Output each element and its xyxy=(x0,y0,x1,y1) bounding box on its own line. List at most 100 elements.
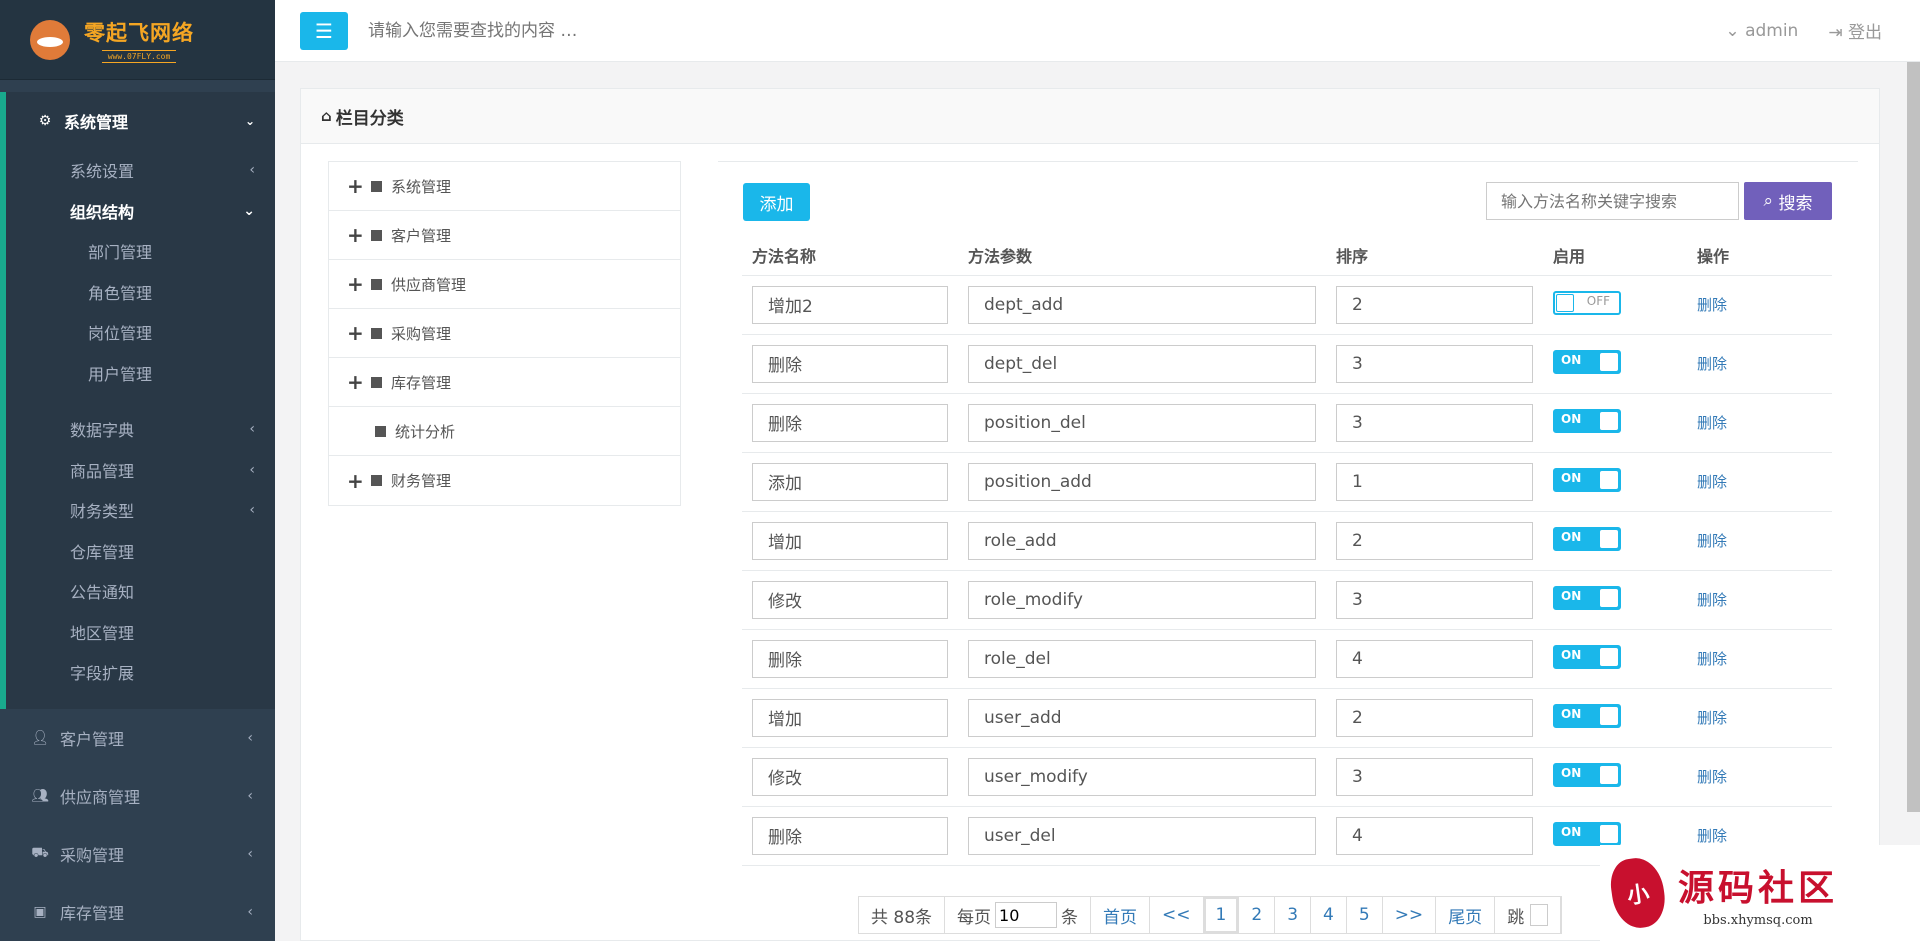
sidebar-item-supplier[interactable]: 👥︎ 供应商管理 ‹ xyxy=(0,767,275,825)
method-name-input[interactable] xyxy=(752,580,948,619)
method-name-input[interactable] xyxy=(752,816,948,855)
plus-icon[interactable]: + xyxy=(347,272,367,296)
sort-input[interactable] xyxy=(1336,403,1533,442)
enable-toggle[interactable]: ON xyxy=(1553,644,1621,669)
sidebar-leaf-item[interactable]: 用户管理 xyxy=(6,353,275,394)
search-button[interactable]: ⌕ 搜索 xyxy=(1744,182,1832,220)
method-name-input[interactable] xyxy=(752,344,948,383)
jump-page-input[interactable] xyxy=(1530,904,1549,926)
enable-toggle[interactable]: ON xyxy=(1553,526,1621,551)
keyword-search-input[interactable] xyxy=(1486,182,1739,220)
sort-input[interactable] xyxy=(1336,698,1533,737)
sidebar-sub-item[interactable]: 系统设置 ‹ xyxy=(6,150,275,191)
plus-icon[interactable]: + xyxy=(347,370,367,394)
tree-node[interactable]: + 财务管理 xyxy=(329,456,680,505)
sort-input[interactable] xyxy=(1336,344,1533,383)
delete-link[interactable]: 删除 xyxy=(1697,473,1727,491)
enable-toggle[interactable]: ON xyxy=(1553,408,1621,433)
delete-link[interactable]: 删除 xyxy=(1697,532,1727,550)
global-search-input[interactable] xyxy=(368,20,828,41)
enable-toggle[interactable]: ON xyxy=(1553,467,1621,492)
sort-input[interactable] xyxy=(1336,285,1533,324)
add-button[interactable]: 添加 xyxy=(743,183,810,221)
tree-node[interactable]: + 供应商管理 xyxy=(329,260,680,309)
delete-link[interactable]: 删除 xyxy=(1697,355,1727,373)
tree-node[interactable]: + 系统管理 xyxy=(329,162,680,211)
method-param-input[interactable] xyxy=(968,639,1316,678)
sort-input[interactable] xyxy=(1336,521,1533,560)
method-param-input[interactable] xyxy=(968,462,1316,501)
method-param-input[interactable] xyxy=(968,757,1316,796)
method-param-input[interactable] xyxy=(968,285,1316,324)
enable-toggle[interactable]: ON xyxy=(1553,349,1621,374)
method-name-input[interactable] xyxy=(752,285,948,324)
sidebar-leaf-item[interactable]: 部门管理 xyxy=(6,231,275,272)
enable-toggle[interactable]: OFF xyxy=(1553,290,1621,315)
plus-icon[interactable]: + xyxy=(347,174,367,198)
delete-link[interactable]: 删除 xyxy=(1697,591,1727,609)
method-param-input[interactable] xyxy=(968,344,1316,383)
per-page-input[interactable] xyxy=(995,902,1058,928)
tree-node[interactable]: + 采购管理 xyxy=(329,309,680,358)
tree-node[interactable]: + 库存管理 xyxy=(329,358,680,407)
prev-page-link[interactable]: << xyxy=(1150,897,1204,933)
enable-toggle[interactable]: ON xyxy=(1553,703,1621,728)
tree-node[interactable]: 统计分析 xyxy=(329,407,680,456)
method-param-input[interactable] xyxy=(968,816,1316,855)
enable-toggle[interactable]: ON xyxy=(1553,821,1621,846)
method-param-input[interactable] xyxy=(968,403,1316,442)
delete-link[interactable]: 删除 xyxy=(1697,296,1727,314)
method-name-input[interactable] xyxy=(752,757,948,796)
scrollbar[interactable] xyxy=(1907,62,1920,812)
last-page-link[interactable]: 尾页 xyxy=(1436,897,1496,933)
delete-link[interactable]: 删除 xyxy=(1697,650,1727,668)
method-name-input[interactable] xyxy=(752,639,948,678)
sidebar-sub-item[interactable]: 仓库管理 xyxy=(6,531,275,572)
next-page-link[interactable]: >> xyxy=(1383,897,1437,933)
sidebar-leaf-item[interactable]: 角色管理 xyxy=(6,272,275,313)
sidebar-sub-item-org[interactable]: 组织结构 ⌄ xyxy=(6,191,275,232)
sort-input[interactable] xyxy=(1336,462,1533,501)
delete-link[interactable]: 删除 xyxy=(1697,768,1727,786)
enable-toggle[interactable]: ON xyxy=(1553,585,1621,610)
logout-link[interactable]: ⇥ 登出 xyxy=(1828,18,1882,43)
sidebar-sub-item[interactable]: 字段扩展 xyxy=(6,652,275,693)
sort-input[interactable] xyxy=(1336,580,1533,619)
sidebar-sub-item[interactable]: 地区管理 xyxy=(6,612,275,653)
page-link[interactable]: 5 xyxy=(1347,897,1383,933)
plus-icon[interactable]: + xyxy=(347,321,367,345)
method-param-input[interactable] xyxy=(968,698,1316,737)
delete-link[interactable]: 删除 xyxy=(1697,414,1727,432)
sort-input[interactable] xyxy=(1336,639,1533,678)
sidebar-sub-item[interactable]: 商品管理 ‹ xyxy=(6,450,275,491)
method-name-input[interactable] xyxy=(752,698,948,737)
sidebar-item-customer[interactable]: 👤︎ 客户管理 ‹ xyxy=(0,709,275,767)
first-page-link[interactable]: 首页 xyxy=(1091,897,1151,933)
tree-node[interactable]: + 客户管理 xyxy=(329,211,680,260)
sort-input[interactable] xyxy=(1336,816,1533,855)
sidebar-sub-item[interactable]: 数据字典 ‹ xyxy=(6,409,275,450)
page-link[interactable]: 4 xyxy=(1311,897,1347,933)
sidebar-sub-item[interactable]: 公告通知 xyxy=(6,571,275,612)
delete-link[interactable]: 删除 xyxy=(1697,709,1727,727)
sort-input[interactable] xyxy=(1336,757,1533,796)
method-param-input[interactable] xyxy=(968,580,1316,619)
sidebar-item-stock[interactable]: ▣ 库存管理 ‹ xyxy=(0,883,275,941)
method-name-input[interactable] xyxy=(752,521,948,560)
sidebar-item-purchase[interactable]: ⛟ 采购管理 ‹ xyxy=(0,825,275,883)
page-link[interactable]: 3 xyxy=(1275,897,1312,933)
method-name-input[interactable] xyxy=(752,462,948,501)
user-menu[interactable]: ⌄ admin xyxy=(1725,21,1798,41)
sidebar-sub-item[interactable]: 财务类型 ‹ xyxy=(6,490,275,531)
plus-icon[interactable]: + xyxy=(347,469,367,493)
sidebar-item-system[interactable]: ⚙ 系统管理 ⌄ xyxy=(6,92,275,150)
delete-link[interactable]: 删除 xyxy=(1697,827,1727,845)
sidebar-leaf-item[interactable]: 岗位管理 xyxy=(6,312,275,353)
logo[interactable]: 零起飞网络 www.07FLY.com xyxy=(0,0,275,80)
method-param-input[interactable] xyxy=(968,521,1316,560)
method-name-input[interactable] xyxy=(752,403,948,442)
plus-icon[interactable]: + xyxy=(347,223,367,247)
enable-toggle[interactable]: ON xyxy=(1553,762,1621,787)
page-link-current[interactable]: 1 xyxy=(1203,897,1240,933)
page-link[interactable]: 2 xyxy=(1239,897,1276,933)
